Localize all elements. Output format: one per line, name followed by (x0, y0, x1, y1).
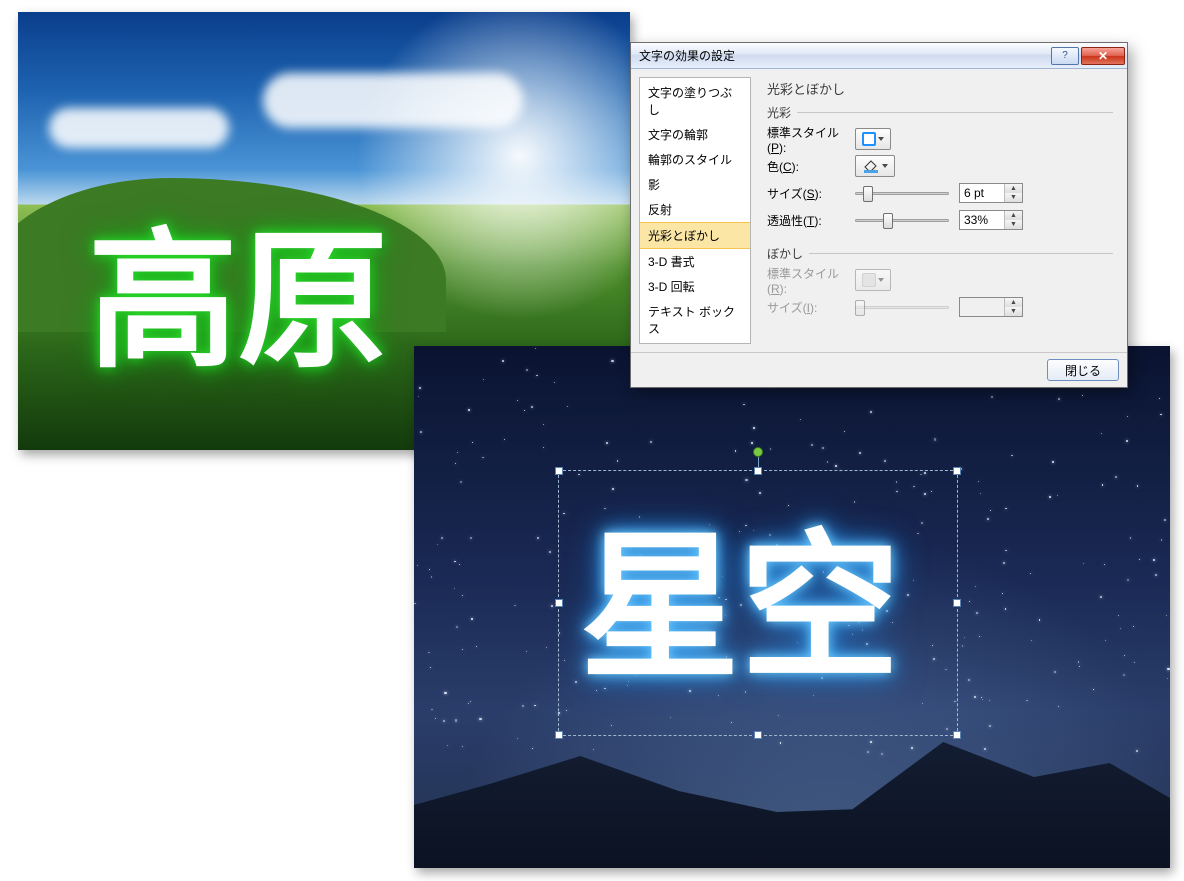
glow-legend: 光彩 (767, 104, 791, 121)
glow-size-label: サイズ(S): (767, 185, 855, 202)
glow-preset-dropdown[interactable] (855, 128, 891, 150)
glow-preset-swatch-icon (862, 132, 876, 146)
close-button[interactable]: 閉じる (1047, 359, 1119, 381)
glow-size-field[interactable] (960, 184, 1004, 202)
resize-handle[interactable] (953, 731, 961, 739)
category-list: 文字の塗りつぶし 文字の輪郭 輪郭のスタイル 影 反射 光彩とぼかし 3-D 書… (639, 77, 751, 344)
nav-item-outline[interactable]: 文字の輪郭 (640, 122, 750, 147)
blur-size-field (960, 298, 1004, 316)
close-window-button[interactable]: ✕ (1081, 47, 1125, 65)
spin-up-icon: ▲ (1005, 298, 1022, 307)
spin-up-icon[interactable]: ▲ (1005, 184, 1022, 193)
resize-handle[interactable] (555, 599, 563, 607)
help-button[interactable]: ? (1051, 47, 1079, 65)
spin-down-icon: ▼ (1005, 307, 1022, 316)
blur-size-label: サイズ(I): (767, 299, 855, 316)
spin-up-icon[interactable]: ▲ (1005, 211, 1022, 220)
nav-item-outline-style[interactable]: 輪郭のスタイル (640, 147, 750, 172)
nav-item-textbox[interactable]: テキスト ボックス (640, 299, 750, 341)
blur-size-slider (855, 298, 949, 316)
mountain-shape (414, 728, 1170, 868)
settings-panel: 光彩とぼかし 光彩 標準スタイル(P): (757, 77, 1119, 344)
glow-color-dropdown[interactable] (855, 155, 895, 177)
nav-item-reflection[interactable]: 反射 (640, 197, 750, 222)
text-effects-dialog: 文字の効果の設定 ? ✕ 文字の塗りつぶし 文字の輪郭 輪郭のスタイル 影 反射… (630, 42, 1128, 388)
glow-color-label: 色(C): (767, 158, 855, 175)
blur-preset-dropdown[interactable] (855, 269, 891, 291)
spin-down-icon[interactable]: ▼ (1005, 220, 1022, 229)
nav-item-3d-rotation[interactable]: 3-D 回転 (640, 274, 750, 299)
glow-preset-label: 標準スタイル(P): (767, 124, 855, 155)
nav-item-shadow[interactable]: 影 (640, 172, 750, 197)
glow-trans-field[interactable] (960, 211, 1004, 229)
blur-size-input: ▲▼ (959, 297, 1023, 317)
caret-down-icon (878, 278, 884, 282)
resize-handle[interactable] (555, 467, 563, 475)
resize-handle[interactable] (555, 731, 563, 739)
glow-group: 光彩 標準スタイル(P): 色(C): (767, 104, 1113, 235)
textbox-selection[interactable] (558, 470, 958, 736)
blur-preset-swatch-icon (862, 273, 876, 287)
glow-trans-slider[interactable] (855, 211, 949, 229)
spin-down-icon[interactable]: ▼ (1005, 193, 1022, 202)
glow-trans-input[interactable]: ▲▼ (959, 210, 1023, 230)
panel-heading: 光彩とぼかし (767, 79, 1113, 98)
resize-handle[interactable] (953, 599, 961, 607)
nav-item-fill[interactable]: 文字の塗りつぶし (640, 80, 750, 122)
glow-trans-label: 透過性(T): (767, 212, 855, 229)
dialog-title: 文字の効果の設定 (639, 47, 1049, 64)
resize-handle[interactable] (754, 731, 762, 739)
rotate-handle[interactable] (753, 447, 763, 457)
resize-handle[interactable] (953, 467, 961, 475)
glow-size-input[interactable]: ▲▼ (959, 183, 1023, 203)
blur-preset-label: 標準スタイル(R): (767, 265, 855, 296)
blur-group: ぼかし 標準スタイル(R): サイズ(I): (767, 245, 1113, 322)
dialog-titlebar[interactable]: 文字の効果の設定 ? ✕ (631, 43, 1127, 69)
paint-bucket-icon (863, 159, 879, 173)
nav-item-3d-format[interactable]: 3-D 書式 (640, 249, 750, 274)
caret-down-icon (878, 137, 884, 141)
blur-legend: ぼかし (767, 245, 803, 262)
glow-size-slider[interactable] (855, 184, 949, 202)
nav-item-glow[interactable]: 光彩とぼかし (640, 222, 750, 249)
dialog-footer: 閉じる (631, 352, 1127, 387)
overlay-text-highland: 高原 (88, 180, 388, 397)
resize-handle[interactable] (754, 467, 762, 475)
caret-down-icon (882, 164, 888, 168)
